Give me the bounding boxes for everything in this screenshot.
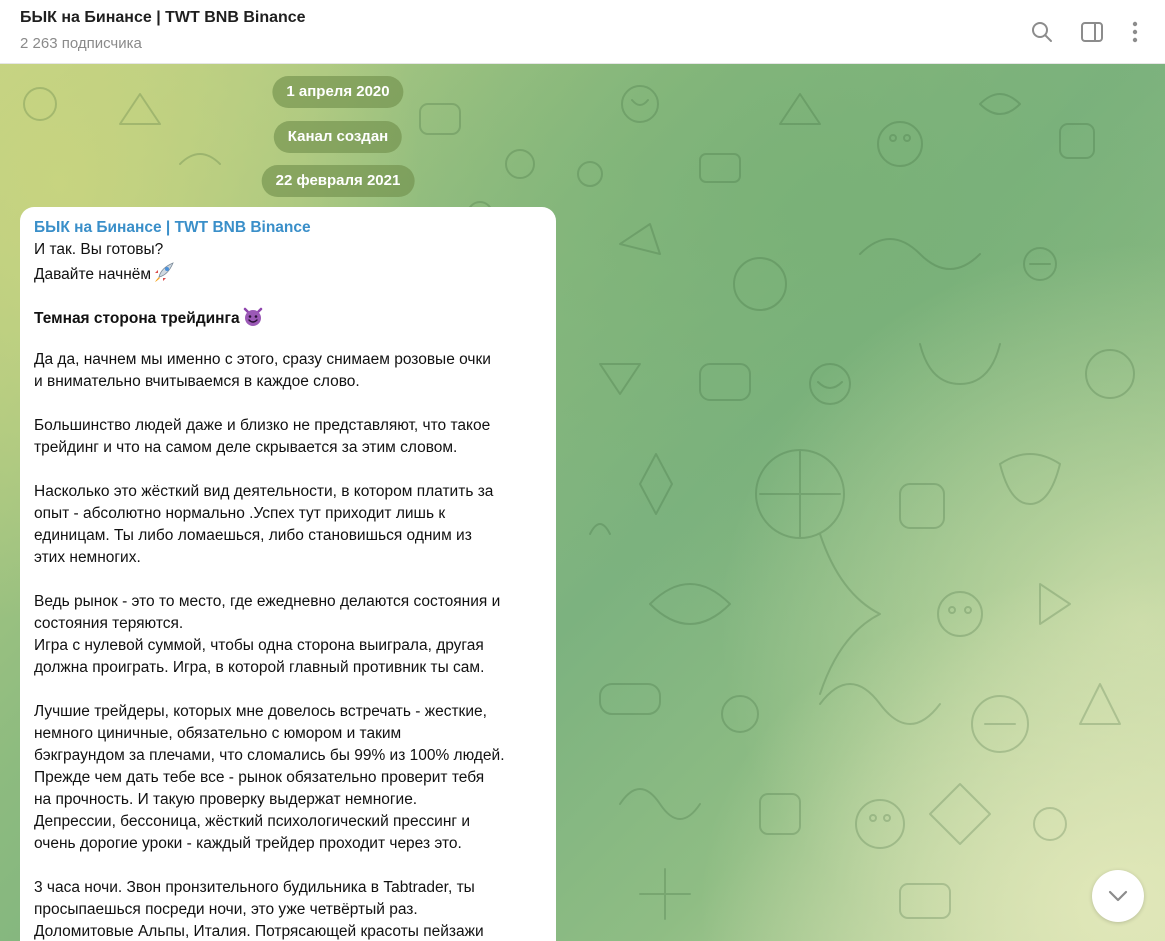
text-line: немного циничные, обязательно с юмором и… — [34, 725, 402, 742]
sidebar-toggle-icon — [1081, 22, 1103, 42]
text-line: просыпаешься посреди ночи, это уже четвё… — [34, 901, 418, 918]
message-text: И так. Вы готовы? Давайте начнём Темная … — [34, 239, 542, 941]
search-button[interactable] — [1026, 16, 1058, 48]
message-heading: Темная сторона трейдинга — [34, 310, 240, 327]
text-line: Лучшие трейдеры, которых мне довелось вс… — [34, 703, 487, 720]
text-spacer — [34, 393, 542, 415]
chat-area[interactable]: 1 апреля 2020 Канал создан 22 февраля 20… — [0, 64, 1165, 941]
service-message-channel-created: Канал создан — [273, 121, 403, 153]
date-separator: 1 апреля 2020 — [272, 76, 404, 108]
message-author[interactable]: БЫК на Бинансе | TWT BNB Binance — [34, 217, 542, 239]
text-line: и внимательно вчитываемся в каждое слово… — [34, 373, 360, 390]
text-line: состояния теряются. — [34, 615, 184, 632]
chat-header: БЫК на Бинансе | TWT BNB Binance 2 263 п… — [0, 0, 1165, 64]
text-line: Прежде чем дать тебе все - рынок обязате… — [34, 769, 485, 786]
text-line: 3 часа ночи. Звон пронзительного будильн… — [34, 879, 475, 896]
more-menu-button[interactable] — [1119, 16, 1151, 48]
text-line: единицам. Ты либо ломаешься, либо станов… — [34, 527, 472, 544]
text-line: Большинство людей даже и близко не предс… — [34, 417, 491, 434]
text-line: бэкграундом за плечами, что сломались бы… — [34, 747, 505, 764]
message-bubble[interactable]: БЫК на Бинансе | TWT BNB Binance И так. … — [20, 207, 556, 941]
text-line: трейдинг и что на самом деле скрывается … — [34, 439, 458, 456]
rocket-emoji-icon — [155, 262, 174, 282]
text-line: Да да, начнем мы именно с этого, сразу с… — [34, 351, 491, 368]
text-line: Доломитовые Альпы, Италия. Потрясающей к… — [34, 923, 484, 940]
text-line: очень дорогие уроки - каждый трейдер про… — [34, 835, 462, 852]
text-line: Темная сторона трейдинга — [34, 305, 542, 327]
text-spacer — [34, 679, 542, 701]
date-separator: 22 февраля 2021 — [261, 165, 415, 197]
text-line: Депрессии, бессоница, жёсткий психологич… — [34, 813, 470, 830]
text-line: Насколько это жёсткий вид деятельности, … — [34, 483, 494, 500]
scroll-to-bottom-button[interactable] — [1092, 870, 1144, 922]
text-fragment: Давайте начнём — [34, 266, 152, 283]
text-line: опыт - абсолютно нормально .Успех тут пр… — [34, 505, 446, 522]
text-line: этих немногих. — [34, 549, 141, 566]
subscriber-count: 2 263 подписчика — [20, 35, 142, 52]
chevron-down-icon — [1108, 890, 1128, 902]
text-line: Игра с нулевой суммой, чтобы одна сторон… — [34, 637, 484, 654]
text-spacer — [34, 855, 542, 877]
text-line: на прочность. И такую проверку выдержат … — [34, 791, 418, 808]
sidebar-toggle-button[interactable] — [1076, 16, 1108, 48]
text-spacer — [34, 327, 542, 349]
text-line: должна проиграть. Игра, в которой главны… — [34, 659, 485, 676]
text-line: И так. Вы готовы? — [34, 241, 164, 258]
smiling-devil-emoji-icon — [243, 307, 262, 326]
more-vertical-icon — [1132, 21, 1138, 43]
search-icon — [1032, 22, 1052, 42]
text-spacer — [34, 283, 542, 305]
text-line: Давайте начнём — [34, 261, 542, 283]
text-line: Ведь рынок - это то место, где ежедневно… — [34, 593, 501, 610]
channel-title[interactable]: БЫК на Бинансе | TWT BNB Binance — [20, 9, 306, 27]
text-spacer — [34, 569, 542, 591]
text-spacer — [34, 459, 542, 481]
